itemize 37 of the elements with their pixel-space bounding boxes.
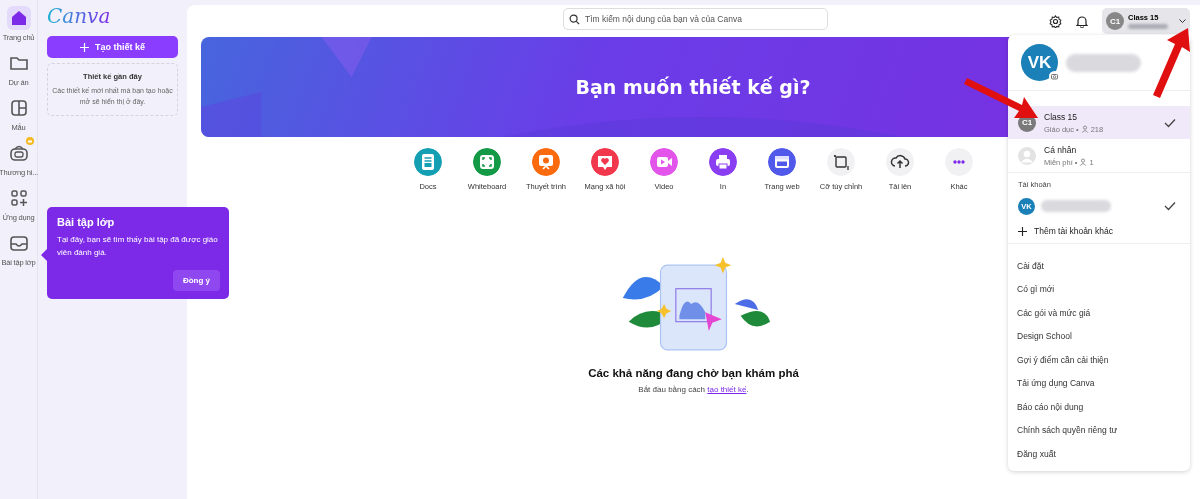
tooltip-text: Tại đây, bạn sẽ tìm thấy bài tập đã được giáo viên đánh giá. [57, 234, 219, 259]
banner-title: Bạn muốn thiết kế gì? [575, 76, 811, 98]
camera-icon[interactable] [1049, 71, 1060, 82]
workspace-name: Class 15 [1044, 111, 1079, 122]
agree-button[interactable]: Đồng ý [172, 270, 220, 291]
menu-item[interactable]: Gợi ý điểm cần cải thiện [1008, 348, 1190, 372]
home-icon [6, 6, 31, 30]
workspace-name: Cá nhân [1044, 144, 1078, 155]
menu-item[interactable]: Design School [1008, 324, 1190, 348]
check-icon [1164, 201, 1176, 211]
menu-item[interactable]: Chính sách quyền riêng tư [1008, 418, 1190, 442]
person-icon [1080, 125, 1089, 133]
redaction-blur [1041, 200, 1111, 212]
menu-item[interactable]: Các gói và mức giá [1008, 301, 1190, 325]
empty-state-title: Các khả năng đang chờ bạn khám phá [588, 367, 799, 379]
search-field[interactable]: Tìm kiếm nội dung của bạn và của Canva [563, 8, 828, 30]
search-icon [569, 13, 580, 25]
menu-item[interactable]: Báo cáo nội dung [1008, 395, 1190, 419]
create-design-button[interactable]: Tạo thiết kế [47, 36, 178, 58]
settings-icon[interactable] [1049, 14, 1062, 28]
tooltip-title: Bài tập lớp [57, 216, 116, 228]
plus-icon [80, 42, 89, 52]
avatar-icon [1018, 146, 1036, 165]
notification-bell-icon[interactable] [1076, 14, 1088, 28]
profile-avatar[interactable]: VK [1021, 44, 1058, 81]
plus-icon [1018, 226, 1027, 236]
menu-item[interactable]: Có gì mới [1008, 277, 1190, 301]
menu-item[interactable]: Cài đặt [1008, 254, 1190, 278]
menu-item[interactable]: Đăng xuất [1008, 442, 1190, 466]
person-icon [1079, 158, 1088, 166]
check-icon [1164, 117, 1176, 128]
redaction-blur [1128, 24, 1168, 29]
menu-item[interactable]: Tải ứng dụng Canva [1008, 371, 1190, 395]
empty-state-hint: Bắt đầu bằng cách tạo thiết kế. [638, 385, 749, 394]
chevron-down-icon [1179, 18, 1186, 24]
avatar: C1 [1106, 12, 1124, 30]
add-account-button[interactable]: Thêm tài khoản khác [1008, 219, 1190, 243]
